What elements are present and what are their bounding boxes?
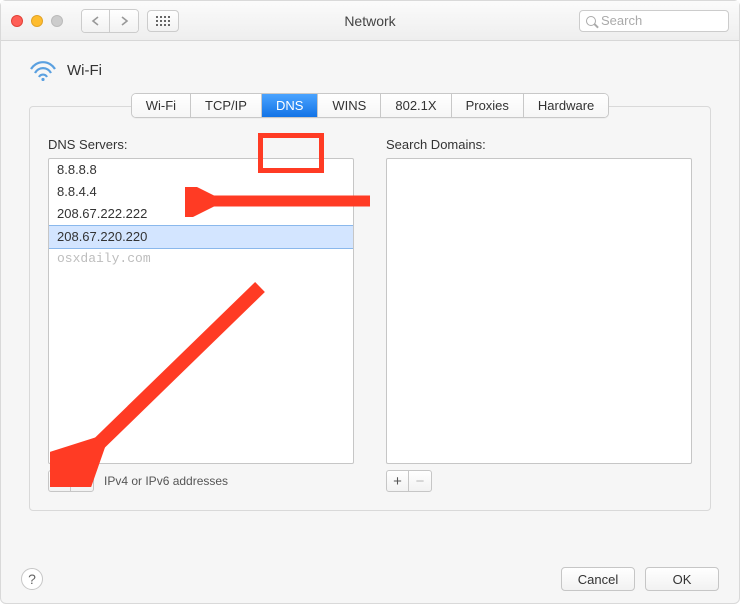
network-preferences-window: Network Search Wi-Fi Wi-Fi TCP/IP DNS bbox=[0, 0, 740, 604]
search-placeholder: Search bbox=[601, 13, 642, 28]
ok-button[interactable]: OK bbox=[645, 567, 719, 591]
back-button[interactable] bbox=[82, 10, 110, 32]
dns-servers-pm-group: + − bbox=[48, 470, 94, 492]
dns-server-row[interactable]: 8.8.8.8 bbox=[49, 159, 353, 181]
domains-pm-group: + − bbox=[386, 470, 432, 492]
forward-button[interactable] bbox=[110, 10, 138, 32]
domain-remove-button[interactable]: − bbox=[409, 471, 431, 491]
show-all-prefs-button[interactable] bbox=[147, 10, 179, 32]
tab-proxies[interactable]: Proxies bbox=[452, 94, 524, 117]
watermark-text: osxdaily.com bbox=[49, 249, 353, 268]
dialog-footer: ? Cancel OK bbox=[21, 567, 719, 591]
titlebar: Network Search bbox=[1, 1, 739, 41]
zoom-window-button[interactable] bbox=[51, 15, 63, 27]
minimize-window-button[interactable] bbox=[31, 15, 43, 27]
tab-hardware[interactable]: Hardware bbox=[524, 94, 608, 117]
dns-servers-list[interactable]: 8.8.8.8 8.8.4.4 208.67.222.222 208.67.22… bbox=[48, 158, 354, 464]
dns-add-button[interactable]: + bbox=[49, 471, 71, 491]
tab-wifi[interactable]: Wi-Fi bbox=[132, 94, 191, 117]
search-domains-label: Search Domains: bbox=[386, 137, 692, 152]
window-controls bbox=[11, 15, 63, 27]
interface-name: Wi-Fi bbox=[67, 62, 102, 79]
help-button[interactable]: ? bbox=[21, 568, 43, 590]
search-domains-list[interactable] bbox=[386, 158, 692, 464]
dns-servers-label: DNS Servers: bbox=[48, 137, 354, 152]
cancel-button[interactable]: Cancel bbox=[561, 567, 635, 591]
tab-tcpip[interactable]: TCP/IP bbox=[191, 94, 262, 117]
dns-server-row[interactable]: 8.8.4.4 bbox=[49, 181, 353, 203]
close-window-button[interactable] bbox=[11, 15, 23, 27]
dns-panel: DNS Servers: 8.8.8.8 8.8.4.4 208.67.222.… bbox=[29, 106, 711, 511]
tabs-segmented-control: Wi-Fi TCP/IP DNS WINS 802.1X Proxies Har… bbox=[131, 93, 610, 118]
interface-header: Wi-Fi bbox=[29, 59, 711, 81]
tab-8021x[interactable]: 802.1X bbox=[381, 94, 451, 117]
nav-buttons bbox=[81, 9, 139, 33]
dns-server-row[interactable]: 208.67.222.222 bbox=[49, 203, 353, 225]
tab-dns[interactable]: DNS bbox=[262, 94, 318, 117]
domain-add-button[interactable]: + bbox=[387, 471, 409, 491]
search-field[interactable]: Search bbox=[579, 10, 729, 32]
tab-wins[interactable]: WINS bbox=[318, 94, 381, 117]
search-icon bbox=[586, 16, 596, 26]
dns-hint: IPv4 or IPv6 addresses bbox=[104, 474, 228, 488]
dns-server-row-selected[interactable]: 208.67.220.220 bbox=[49, 225, 353, 249]
wifi-icon bbox=[29, 59, 57, 81]
grid-icon bbox=[156, 16, 170, 26]
dns-remove-button[interactable]: − bbox=[71, 471, 93, 491]
